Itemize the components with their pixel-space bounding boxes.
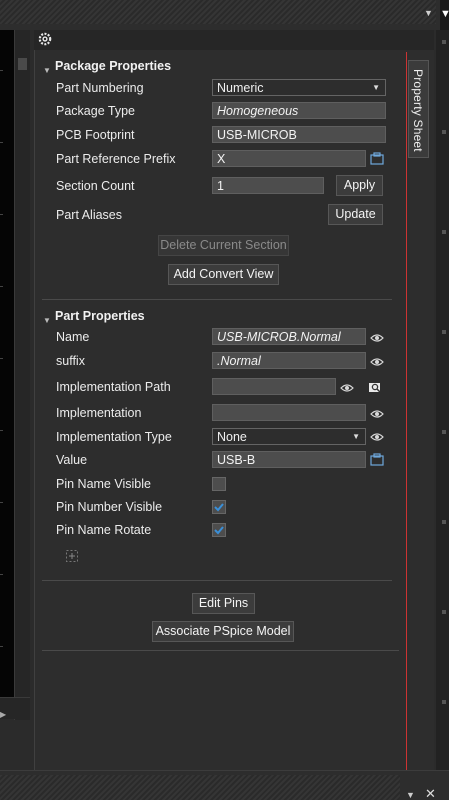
bottom-dock-hatch [0,775,400,800]
delete-current-section-button[interactable]: Delete Current Section [158,235,289,256]
browse-icon[interactable] [370,152,384,165]
pin-name-rotate-checkbox[interactable] [212,523,226,537]
ruler-tick [0,214,3,215]
pin-name-visible-label: Pin Name Visible [56,477,151,491]
name-field[interactable]: USB-MICROB.Normal [212,328,366,345]
suffix-label: suffix [56,354,85,368]
implementation-label: Implementation [56,406,142,420]
pcb-footprint-label: PCB Footprint [56,128,135,142]
gear-icon[interactable] [38,32,52,46]
dock-marker [442,230,446,234]
dock-marker [442,330,446,334]
close-icon[interactable]: ✕ [425,786,436,800]
associate-pspice-model-button[interactable]: Associate PSpice Model [152,621,294,642]
scroll-right-icon[interactable]: ▶ [0,710,6,719]
right-dock-strip [436,30,449,770]
pin-name-rotate-label: Pin Name Rotate [56,523,152,537]
update-button[interactable]: Update [328,204,383,225]
dock-marker [442,40,446,44]
add-convert-view-button[interactable]: Add Convert View [168,264,279,285]
pin-number-visible-label: Pin Number Visible [56,500,163,514]
tab-property-sheet-label: Property Sheet [411,69,425,152]
chevron-down-icon[interactable]: ▼ [406,790,415,800]
visibility-eye-icon[interactable] [370,333,384,343]
suffix-field[interactable]: .Normal [212,352,366,369]
ruler-tick [0,502,3,503]
vertical-scrollbar[interactable] [14,30,30,720]
part-aliases-label: Part Aliases [56,208,123,222]
name-label: Name [56,330,90,344]
toolbar-hatch [0,0,436,24]
ruler-tick [0,70,3,71]
package-type-label: Package Type [56,104,135,118]
part-reference-prefix-field[interactable]: X [212,150,366,167]
pcb-footprint-field[interactable]: USB-MICROB [212,126,386,143]
ruler-tick [0,142,3,143]
part-reference-prefix-label: Part Reference Prefix [56,152,176,166]
implementation-path-field[interactable] [212,378,336,395]
value-label: Value [56,453,88,467]
add-property-icon[interactable] [66,550,78,562]
implementation-type-label: Implementation Type [56,430,172,444]
visibility-eye-icon[interactable] [370,409,384,419]
collapse-arrow-icon[interactable]: ▼ [43,316,51,325]
dock-marker [442,130,446,134]
panel-pin-icon[interactable]: ▼ [440,0,449,30]
schematic-canvas[interactable] [0,30,14,698]
value-field[interactable]: USB-B [212,451,366,468]
package-type-field[interactable]: Homogeneous [212,102,386,119]
active-tab-indicator [406,52,407,770]
section-divider [42,650,399,651]
chevron-down-icon: ▼ [352,432,360,441]
browse-icon[interactable] [370,453,384,466]
part-numbering-value: Numeric [217,81,264,95]
implementation-path-label: Implementation Path [56,380,171,394]
ruler-tick [0,574,3,575]
dock-marker [442,430,446,434]
implementation-type-select[interactable]: None ▼ [212,428,366,445]
part-numbering-label: Part Numbering [56,81,144,95]
chevron-down-icon[interactable]: ▼ [424,8,433,18]
ruler-tick [0,646,3,647]
visibility-eye-icon[interactable] [370,357,384,367]
dock-marker [442,610,446,614]
dock-marker [442,520,446,524]
ruler-tick [0,286,3,287]
tab-property-sheet[interactable]: Property Sheet [408,60,429,158]
browse-folder-search-icon[interactable] [368,380,382,394]
pin-name-visible-checkbox[interactable] [212,477,226,491]
visibility-eye-icon[interactable] [340,383,354,393]
edit-pins-button[interactable]: Edit Pins [192,593,255,614]
scrollbar-thumb[interactable] [18,58,27,70]
part-properties-header[interactable]: Part Properties [55,309,145,323]
apply-button[interactable]: Apply [336,175,383,196]
section-divider [42,299,392,300]
dock-marker [442,700,446,704]
package-properties-header[interactable]: Package Properties [55,59,171,73]
visibility-eye-icon[interactable] [370,432,384,442]
chevron-down-icon: ▼ [372,83,380,92]
implementation-type-value: None [217,430,247,444]
collapse-arrow-icon[interactable]: ▼ [43,66,51,75]
panel-header [34,30,434,50]
ruler-tick [0,430,3,431]
implementation-field[interactable] [212,404,366,421]
top-toolbar-strip [0,0,449,30]
section-divider [42,580,392,581]
ruler-tick [0,358,3,359]
section-count-label: Section Count [56,179,135,193]
pin-number-visible-checkbox[interactable] [212,500,226,514]
section-count-field[interactable]: 1 [212,177,324,194]
part-numbering-select[interactable]: Numeric ▼ [212,79,386,96]
